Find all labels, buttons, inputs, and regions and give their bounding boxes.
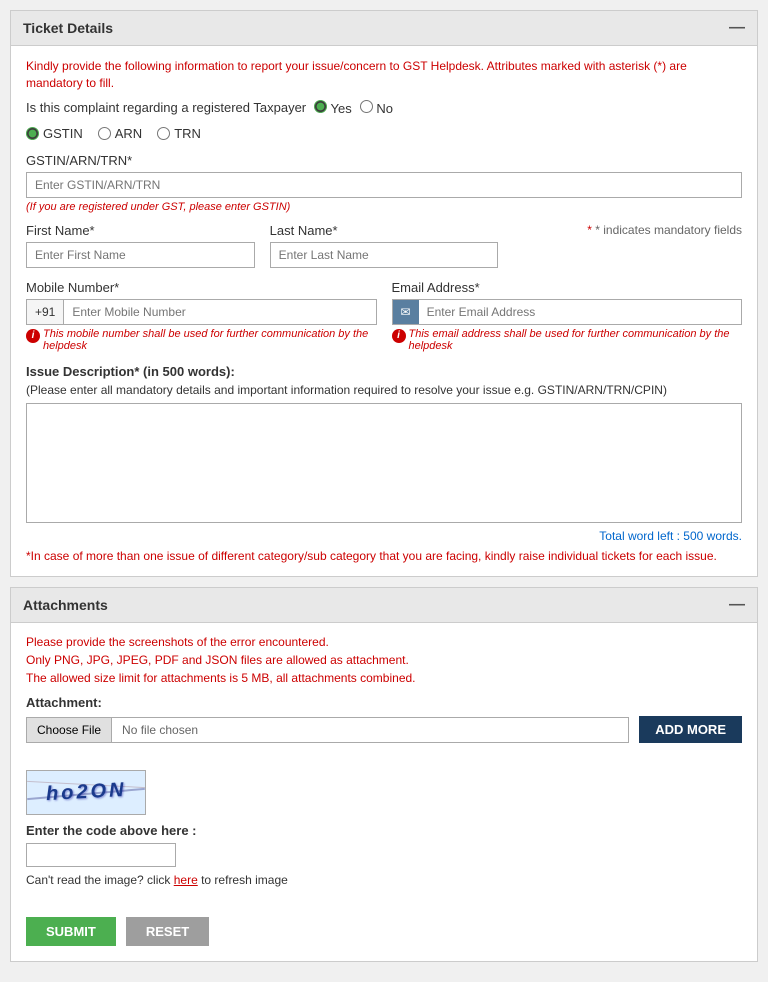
issue-label: Issue Description* (in 500 words): <box>26 364 742 379</box>
gstin-type-row: GSTIN ARN TRN <box>26 126 742 141</box>
registered-taxpayer-row: Is this complaint regarding a registered… <box>26 100 742 116</box>
yes-label: Yes <box>331 101 352 116</box>
ticket-details-header: Ticket Details — <box>11 11 757 46</box>
no-radio-label[interactable]: No <box>360 100 393 116</box>
captcha-input[interactable] <box>26 843 176 867</box>
mobile-info-icon: i <box>26 329 40 343</box>
first-name-label: First Name* <box>26 223 255 238</box>
mobile-prefix: +91 <box>27 300 64 324</box>
issue-textarea[interactable] <box>26 403 742 523</box>
refresh-text: Can't read the image? click <box>26 873 170 887</box>
attachments-collapse-icon[interactable]: — <box>729 596 745 614</box>
refresh-link-row: Can't read the image? click here to refr… <box>26 873 742 887</box>
email-group: Email Address* ✉ i This email address sh… <box>392 280 743 352</box>
mobile-group: Mobile Number* +91 i This mobile number … <box>26 280 377 352</box>
captcha-text: ho2ON <box>45 779 127 806</box>
trn-label: TRN <box>174 126 201 141</box>
action-buttons: SUBMIT RESET <box>11 917 757 961</box>
mobile-note-text: This mobile number shall be used for fur… <box>43 328 377 352</box>
mobile-note: i This mobile number shall be used for f… <box>26 328 377 352</box>
panel-title: Ticket Details <box>23 20 113 36</box>
attach-info-1: Please provide the screenshots of the er… <box>26 635 742 649</box>
issue-description-group: Issue Description* (in 500 words): (Plea… <box>26 364 742 565</box>
email-icon: ✉ <box>393 300 419 324</box>
first-name-group: First Name* <box>26 223 255 268</box>
email-info-icon: i <box>392 329 406 343</box>
gstin-hint: (If you are registered under GST, please… <box>26 201 742 213</box>
multi-issue-note: *In case of more than one issue of diffe… <box>26 548 742 565</box>
arn-radio[interactable] <box>98 127 111 140</box>
attachments-panel-title: Attachments <box>23 597 108 613</box>
mandatory-note: * * indicates mandatory fields <box>513 223 742 237</box>
file-name-display: No file chosen <box>112 718 628 742</box>
captcha-image: ho2ON <box>26 770 146 815</box>
refresh-suffix: to refresh image <box>201 873 288 887</box>
file-row: Choose File No file chosen ADD MORE <box>26 716 742 743</box>
collapse-icon[interactable]: — <box>729 19 745 37</box>
gstin-radio-label[interactable]: GSTIN <box>26 126 83 141</box>
trn-radio[interactable] <box>157 127 170 140</box>
gstin-field-group: GSTIN/ARN/TRN* (If you are registered un… <box>26 153 742 213</box>
choose-file-button[interactable]: Choose File <box>27 718 112 742</box>
add-more-button[interactable]: ADD MORE <box>639 716 742 743</box>
attachment-label: Attachment: <box>26 695 742 710</box>
email-label: Email Address* <box>392 280 743 295</box>
contact-row: Mobile Number* +91 i This mobile number … <box>26 280 742 352</box>
mobile-input[interactable] <box>64 300 375 324</box>
arn-label: ARN <box>115 126 142 141</box>
mandatory-note-cell: * * indicates mandatory fields <box>513 223 742 237</box>
attachments-header: Attachments — <box>11 588 757 623</box>
word-count: Total word left : 500 words. <box>26 529 742 543</box>
gstin-radio[interactable] <box>26 127 39 140</box>
issue-sublabel: (Please enter all mandatory details and … <box>26 383 742 397</box>
mobile-field-wrapper: +91 <box>26 299 377 325</box>
no-label: No <box>376 101 393 116</box>
attach-info-3: The allowed size limit for attachments i… <box>26 671 742 685</box>
name-mandatory-row: First Name* Last Name* * * indicates man… <box>26 223 742 268</box>
no-radio[interactable] <box>360 100 373 113</box>
gstin-label: GSTIN <box>43 126 83 141</box>
attach-info-2: Only PNG, JPG, JPEG, PDF and JSON files … <box>26 653 742 667</box>
file-input-wrapper: Choose File No file chosen <box>26 717 629 743</box>
email-input[interactable] <box>419 300 741 324</box>
submit-button[interactable]: SUBMIT <box>26 917 116 946</box>
captcha-section: ho2ON Enter the code above here : Can't … <box>11 770 757 902</box>
yes-radio-label[interactable]: Yes <box>314 100 352 116</box>
captcha-label: Enter the code above here : <box>26 823 742 838</box>
refresh-link[interactable]: here <box>174 873 198 887</box>
reset-button[interactable]: RESET <box>126 917 209 946</box>
gstin-input[interactable] <box>26 172 742 198</box>
last-name-label: Last Name* <box>270 223 499 238</box>
trn-radio-label[interactable]: TRN <box>157 126 201 141</box>
last-name-group: Last Name* <box>270 223 499 268</box>
first-name-input[interactable] <box>26 242 255 268</box>
email-note-text: This email address shall be used for fur… <box>409 328 743 352</box>
last-name-input[interactable] <box>270 242 499 268</box>
email-note: i This email address shall be used for f… <box>392 328 743 352</box>
registered-label: Is this complaint regarding a registered… <box>26 100 306 115</box>
gstin-field-label: GSTIN/ARN/TRN* <box>26 153 742 168</box>
mobile-label: Mobile Number* <box>26 280 377 295</box>
email-field-wrapper: ✉ <box>392 299 743 325</box>
main-info-text: Kindly provide the following information… <box>26 58 742 92</box>
yes-radio[interactable] <box>314 100 327 113</box>
arn-radio-label[interactable]: ARN <box>98 126 142 141</box>
